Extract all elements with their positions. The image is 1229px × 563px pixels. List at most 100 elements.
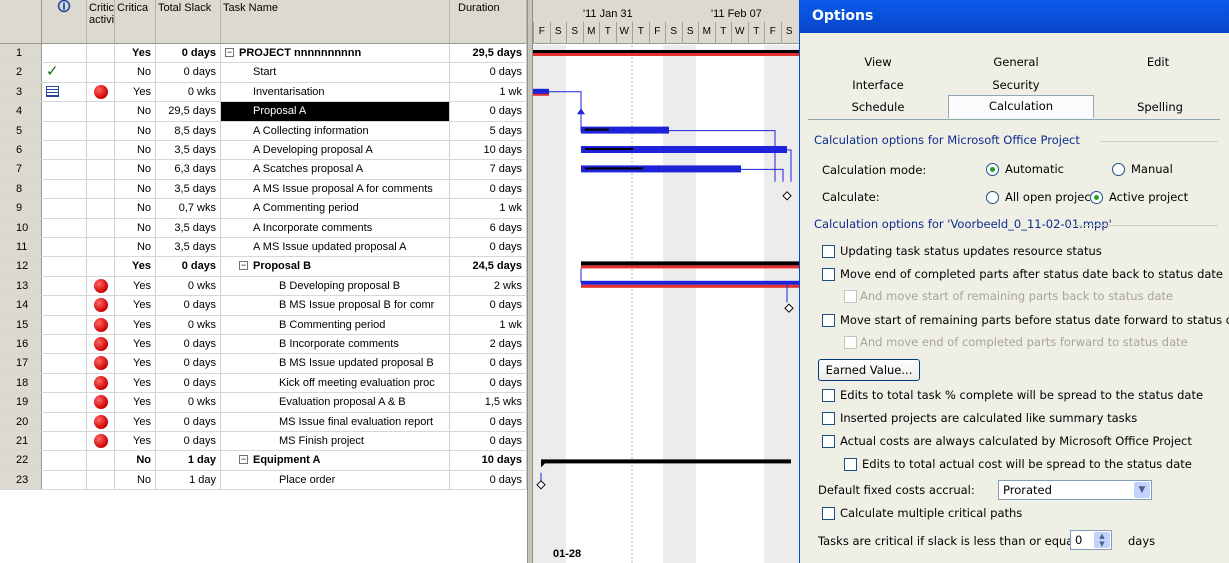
tab-interface[interactable]: Interface <box>810 75 946 96</box>
task-name-cell[interactable]: − Equipment A <box>221 451 450 470</box>
row-id[interactable]: 22 <box>0 451 42 470</box>
table-row[interactable]: 4 No 29,5 days Proposal A 0 days <box>0 102 527 122</box>
row-id[interactable]: 20 <box>0 412 42 431</box>
row-id[interactable]: 10 <box>0 218 42 237</box>
row-id[interactable]: 21 <box>0 432 42 451</box>
edits-pct-label[interactable]: Edits to total task % complete will be s… <box>840 388 1203 402</box>
duration-cell[interactable]: 2 days <box>450 335 527 354</box>
updating-status-label[interactable]: Updating task status updates resource st… <box>840 244 1102 258</box>
inserted-projects-checkbox[interactable] <box>822 412 835 425</box>
task-name-cell[interactable]: Proposal A <box>221 102 450 121</box>
inserted-projects-label[interactable]: Inserted projects are calculated like su… <box>840 411 1137 425</box>
multiple-critical-label[interactable]: Calculate multiple critical paths <box>840 506 1022 520</box>
duration-cell[interactable]: 0 days <box>450 238 527 257</box>
spinner-icon[interactable]: ▲ ▼ <box>1094 532 1110 548</box>
row-id[interactable]: 23 <box>0 470 42 490</box>
row-id[interactable]: 2 <box>0 63 42 82</box>
duration-cell[interactable]: 0 days <box>450 432 527 451</box>
row-id[interactable]: 16 <box>0 335 42 354</box>
tab-security[interactable]: Security <box>948 75 1084 96</box>
table-row[interactable]: 20 Yes 0 days MS Issue final evaluation rep… <box>0 412 527 432</box>
table-row[interactable]: 22 No 1 day − Equipment A 10 days <box>0 451 527 471</box>
row-id[interactable]: 3 <box>0 82 42 102</box>
table-row[interactable]: 17 Yes 0 days B MS Issue updated proposal B… <box>0 354 527 374</box>
task-name-cell[interactable]: B MS Issue proposal B for comr <box>221 296 450 315</box>
manual-radio[interactable] <box>1112 163 1125 176</box>
table-row[interactable]: 18 Yes 0 days Kick off meeting evaluation p… <box>0 373 527 394</box>
tab-view[interactable]: View <box>810 52 946 73</box>
duration-cell[interactable]: 0 days <box>450 373 527 393</box>
move-start-back-checkbox[interactable] <box>844 290 857 303</box>
duration-cell[interactable]: 10 days <box>450 141 527 160</box>
duration-cell[interactable]: 1 wk <box>450 315 527 334</box>
task-name-cell[interactable]: B Commenting period <box>221 315 450 334</box>
automatic-label[interactable]: Automatic <box>1005 162 1064 176</box>
table-row[interactable]: 3 Yes 0 wks Inventarisation 1 wk <box>0 82 527 103</box>
task-name-cell[interactable]: A Developing proposal A <box>221 141 450 160</box>
task-name-cell[interactable]: A MS Issue updated proposal A <box>221 238 450 257</box>
table-row[interactable]: 10 No 3,5 days A Incorporate comments 6 days <box>0 218 527 238</box>
task-name-cell[interactable]: Kick off meeting evaluation proc <box>221 373 450 393</box>
table-row[interactable]: 9 No 0,7 wks A Commenting period 1 wk <box>0 199 527 219</box>
actual-costs-checkbox[interactable] <box>822 435 835 448</box>
row-id[interactable]: 7 <box>0 160 42 179</box>
duration-cell[interactable]: 1 wk <box>450 199 527 218</box>
table-row[interactable]: 1 Yes 0 days − PROJECT nnnnnnnnnn 29,5 days <box>0 44 527 64</box>
move-end-checkbox[interactable] <box>822 268 835 281</box>
task-name-cell[interactable]: A Commenting period <box>221 199 450 218</box>
task-name-cell[interactable]: A Collecting information <box>221 121 450 140</box>
updating-status-checkbox[interactable] <box>822 245 835 258</box>
collapse-icon[interactable]: − <box>239 261 248 271</box>
task-name-cell[interactable]: B MS Issue updated proposal B <box>221 354 450 373</box>
row-id[interactable]: 1 <box>0 44 42 63</box>
task-name-header[interactable]: Task Name <box>221 0 450 44</box>
fixed-costs-select[interactable]: Prorated ▼ <box>998 480 1152 500</box>
row-id[interactable]: 19 <box>0 393 42 412</box>
duration-cell[interactable]: 29,5 days <box>450 44 527 63</box>
tab-schedule[interactable]: Schedule <box>810 97 946 118</box>
task-name-cell[interactable]: − Proposal B <box>221 257 450 276</box>
duration-cell[interactable]: 1,5 wks <box>450 393 527 412</box>
task-name-cell[interactable]: A Scatches proposal A <box>221 160 450 179</box>
duration-cell[interactable]: 2 wks <box>450 276 527 296</box>
collapse-icon[interactable]: − <box>225 48 234 57</box>
tab-general[interactable]: General <box>948 52 1084 73</box>
task-name-cell[interactable]: Place order <box>221 470 450 490</box>
duration-cell[interactable]: 0 days <box>450 412 527 431</box>
move-end-forward-checkbox[interactable] <box>844 336 857 349</box>
duration-cell[interactable]: 5 days <box>450 121 527 140</box>
table-row[interactable]: 11 No 3,5 days A MS Issue updated proposal … <box>0 238 527 258</box>
task-name-cell[interactable]: A MS Issue proposal A for comments <box>221 179 450 199</box>
table-row[interactable]: 5 No 8,5 days A Collecting information 5 day… <box>0 121 527 141</box>
collapse-icon[interactable]: − <box>239 455 248 465</box>
row-id[interactable]: 6 <box>0 141 42 160</box>
move-end-label[interactable]: Move end of completed parts after status… <box>840 267 1223 281</box>
table-row[interactable]: 2 ✓ No 0 days Start 0 days <box>0 63 527 83</box>
row-id[interactable]: 14 <box>0 296 42 315</box>
task-sheet[interactable]: 🛈 Critica activity Critica Total Slack T… <box>0 0 527 563</box>
task-name-cell[interactable]: B Incorporate comments <box>221 335 450 354</box>
task-name-cell[interactable]: MS Issue final evaluation report <box>221 412 450 431</box>
table-row[interactable]: 12 Yes 0 days − Proposal B 24,5 days <box>0 257 527 277</box>
move-start-forward-checkbox[interactable] <box>822 314 835 327</box>
row-id[interactable]: 4 <box>0 102 42 121</box>
automatic-radio[interactable] <box>986 163 999 176</box>
tab-calculation[interactable]: Calculation <box>948 95 1094 118</box>
manual-label[interactable]: Manual <box>1131 162 1173 176</box>
multiple-critical-checkbox[interactable] <box>822 507 835 520</box>
row-id[interactable]: 5 <box>0 121 42 140</box>
total-slack-header[interactable]: Total Slack <box>156 0 221 44</box>
duration-cell[interactable]: 10 days <box>450 451 527 470</box>
table-row[interactable]: 19 Yes 0 wks Evaluation proposal A & B 1,5 w… <box>0 393 527 413</box>
duration-cell[interactable]: 0 days <box>450 63 527 82</box>
chevron-down-icon[interactable]: ▼ <box>1134 482 1150 498</box>
critical-header[interactable]: Critica <box>115 0 156 44</box>
corner-cell[interactable] <box>0 0 42 44</box>
table-row[interactable]: 15 Yes 0 wks B Commenting period 1 wk <box>0 315 527 335</box>
table-row[interactable]: 13 Yes 0 wks B Developing proposal B 2 wks <box>0 276 527 297</box>
table-row[interactable]: 21 Yes 0 days MS Finish project 0 days <box>0 432 527 452</box>
indicators-header-icon[interactable]: 🛈 <box>42 0 87 44</box>
earned-value-button[interactable]: Earned Value... <box>818 359 920 381</box>
table-row[interactable]: 7 No 6,3 days A Scatches proposal A 7 days <box>0 160 527 180</box>
edits-actual-checkbox[interactable] <box>844 458 857 471</box>
